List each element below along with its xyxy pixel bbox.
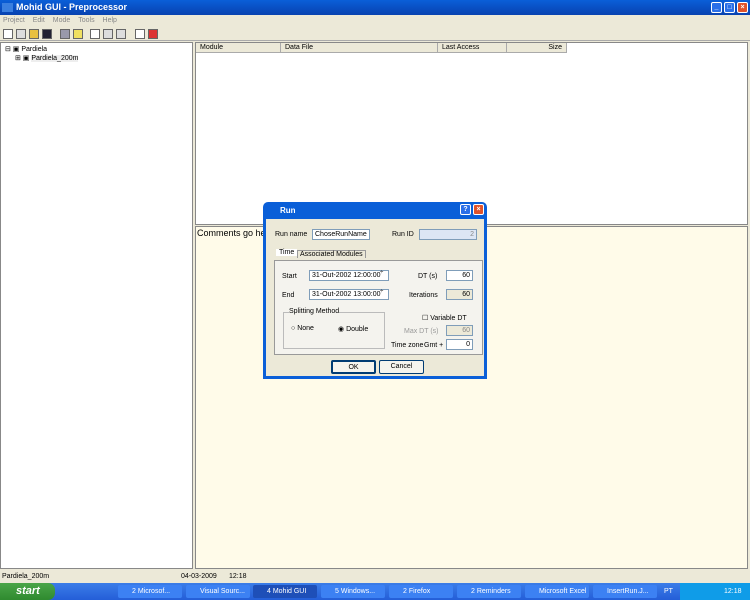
disabled-icon[interactable] [16, 29, 26, 39]
timezone-input[interactable]: 0 [446, 339, 473, 350]
variable-dt-checkbox[interactable]: ☐ Variable DT [422, 314, 467, 322]
run-id-label: Run ID [392, 231, 414, 238]
maximize-button[interactable]: □ [724, 2, 735, 13]
dt-label: DT (s) [418, 273, 437, 280]
dialog-title-bar: Run ? × [266, 202, 484, 219]
status-time: 12:18 [229, 570, 247, 583]
menu-help[interactable]: Help [103, 17, 117, 24]
task-windows[interactable]: 5 Windows... [321, 585, 385, 598]
task-mohid-gui[interactable]: 4 Mohid GUI [253, 585, 317, 598]
task-insertrun[interactable]: InsertRun.J... [593, 585, 657, 598]
cut-icon[interactable] [90, 29, 100, 39]
split-double-radio[interactable]: ◉ Double [338, 325, 368, 333]
report-icon[interactable] [148, 29, 158, 39]
dialog-title: Run [280, 206, 296, 215]
task-visual-source[interactable]: Visual Sourc... [186, 585, 250, 598]
col-last-access[interactable]: Last Access [438, 43, 507, 53]
tree-root-label: Pardiela [21, 46, 47, 53]
project-tree[interactable]: ⊟ ▣ Pardiela ⊞ ▣ Pardiela_200m [0, 42, 193, 569]
iterations-label: Iterations [409, 292, 438, 299]
help-button[interactable]: ? [460, 204, 471, 215]
col-size[interactable]: Size [507, 43, 567, 53]
language-indicator[interactable]: PT [664, 583, 673, 600]
status-date: 04-03-2009 [181, 570, 217, 583]
col-module[interactable]: Module [196, 43, 281, 53]
task-excel[interactable]: Microsoft Excel [525, 585, 589, 598]
timezone-label: Time zone [391, 342, 423, 349]
gmt-label: Gmt + [424, 342, 443, 349]
task-microsoft[interactable]: 2 Microsof... [118, 585, 182, 598]
paste-icon[interactable] [116, 29, 126, 39]
end-label: End [282, 292, 294, 299]
folder-icon[interactable] [73, 29, 83, 39]
menu-project[interactable]: Project [3, 17, 25, 24]
menu-mode[interactable]: Mode [53, 17, 71, 24]
status-bar: Pardiela_200m 04-03-2009 12:18 [0, 570, 750, 583]
clock[interactable]: 12:18 [724, 583, 742, 600]
tab-associated-modules[interactable]: Associated Modules [297, 250, 366, 258]
dialog-close-button[interactable]: × [473, 204, 484, 215]
minimize-button[interactable]: _ [711, 2, 722, 13]
end-spinner[interactable]: ÷ [380, 289, 383, 295]
run-icon[interactable] [135, 29, 145, 39]
split-double-label: Double [346, 326, 368, 333]
toolbar [0, 27, 750, 41]
system-tray: 12:18 [680, 583, 750, 600]
start-datetime-input[interactable]: 31-Out-2002 12:00:00 [309, 270, 389, 281]
status-item: Pardiela_200m [2, 570, 49, 583]
col-data-file[interactable]: Data File [281, 43, 438, 53]
iterations-value: 60 [446, 289, 473, 300]
start-button[interactable]: start [0, 583, 55, 600]
menu-tools[interactable]: Tools [78, 17, 94, 24]
dt-input[interactable]: 60 [446, 270, 473, 281]
ok-button[interactable]: OK [331, 360, 376, 374]
run-dialog: Run ? × Run name ChoseRunName Run ID 2 T… [263, 202, 487, 379]
run-name-label: Run name [275, 231, 307, 238]
dialog-body: Run name ChoseRunName Run ID 2 Time Asso… [266, 219, 484, 376]
taskbar: start 2 Microsof... Visual Sourc... 4 Mo… [0, 583, 750, 600]
task-reminders[interactable]: 2 Reminders [457, 585, 521, 598]
task-firefox[interactable]: 2 Firefox [389, 585, 453, 598]
copy-icon[interactable] [103, 29, 113, 39]
window-title: Mohid GUI - Preprocessor [16, 2, 127, 12]
split-none-radio[interactable]: ○ None [291, 325, 314, 332]
start-label: Start [282, 273, 297, 280]
module-icon[interactable] [60, 29, 70, 39]
open-icon[interactable] [29, 29, 39, 39]
run-name-input[interactable]: ChoseRunName [312, 229, 370, 240]
cancel-button[interactable]: Cancel [379, 360, 424, 374]
tree-child[interactable]: ⊞ ▣ Pardiela_200m [15, 54, 78, 62]
close-button[interactable]: × [737, 2, 748, 13]
menu-bar: Project Edit Mode Tools Help [0, 15, 750, 27]
splitting-method-label: Splitting Method [289, 308, 339, 315]
app-logo-icon [2, 3, 13, 12]
save-icon[interactable] [42, 29, 52, 39]
new-icon[interactable] [3, 29, 13, 39]
module-list[interactable]: Module Data File Last Access Size [195, 42, 748, 225]
tree-root[interactable]: ⊟ ▣ Pardiela [5, 45, 47, 53]
tab-time[interactable]: Time [276, 249, 297, 256]
variable-dt-label: Variable DT [430, 315, 466, 322]
title-bar: Mohid GUI - Preprocessor _ □ × [0, 0, 750, 15]
run-id-input: 2 [419, 229, 477, 240]
max-dt-label: Max DT (s) [404, 328, 438, 335]
menu-edit[interactable]: Edit [33, 17, 45, 24]
split-none-label: None [297, 325, 314, 332]
max-dt-input: 60 [446, 325, 473, 336]
end-datetime-input[interactable]: 31-Out-2002 13:00:00 [309, 289, 389, 300]
tree-child-label: Pardiela_200m [31, 55, 78, 62]
start-spinner[interactable]: ÷ [380, 270, 383, 276]
